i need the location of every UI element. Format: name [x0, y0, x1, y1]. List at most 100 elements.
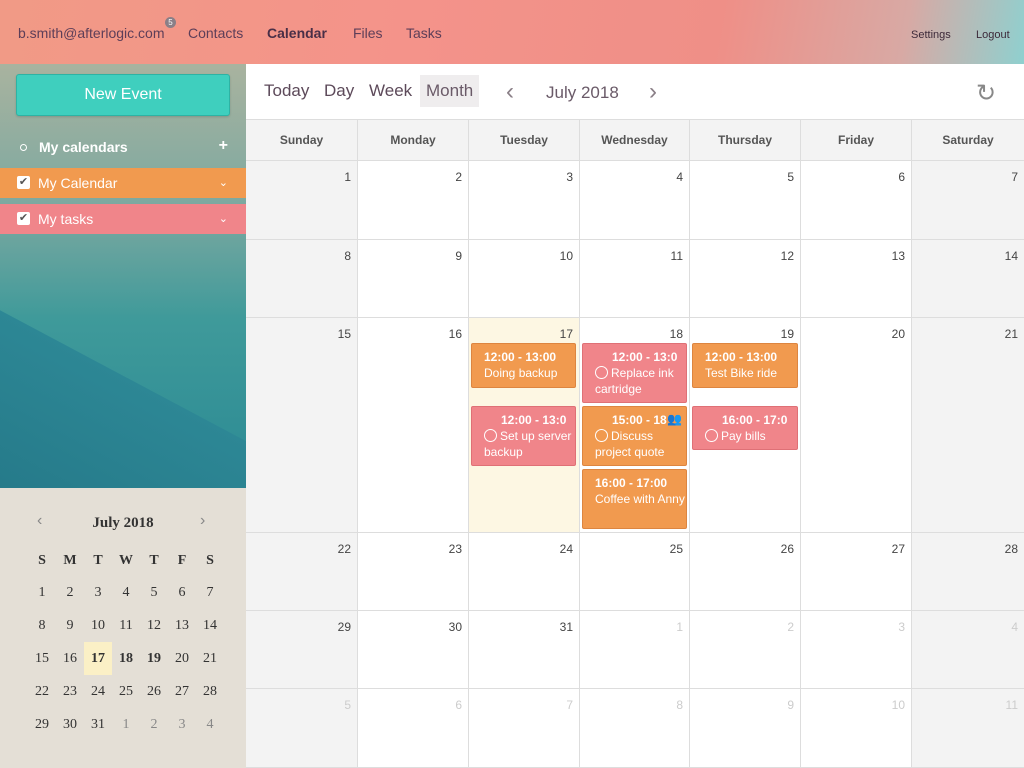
mini-day[interactable]: 23 — [56, 675, 84, 708]
mini-day[interactable]: 9 — [56, 609, 84, 642]
nav-contacts[interactable]: Contacts — [188, 25, 243, 41]
day-cell[interactable]: 7 — [911, 161, 1024, 240]
chevron-down-icon[interactable]: ⌄ — [219, 168, 228, 198]
mini-day[interactable]: 4 — [112, 576, 140, 609]
day-cell[interactable]: 10 — [800, 689, 911, 768]
nav-tasks[interactable]: Tasks — [406, 25, 442, 41]
mini-next-month-icon[interactable]: › — [200, 512, 205, 530]
mini-day[interactable]: 1 — [28, 576, 56, 609]
day-cell[interactable]: 4 — [911, 611, 1024, 689]
mini-day[interactable]: 14 — [196, 609, 224, 642]
day-cell[interactable]: 16 — [357, 318, 468, 533]
nav-files[interactable]: Files — [353, 25, 383, 41]
calendar-event[interactable]: 12:00 - 13:0 Set up server backup — [471, 406, 576, 466]
day-cell[interactable]: 11 — [579, 240, 689, 318]
mini-day[interactable]: 1 — [112, 708, 140, 741]
new-event-button[interactable]: New Event — [16, 74, 230, 116]
mini-day[interactable]: 12 — [140, 609, 168, 642]
day-cell[interactable]: 15 — [246, 318, 357, 533]
mini-day[interactable]: 21 — [196, 642, 224, 675]
day-cell[interactable]: 13 — [800, 240, 911, 318]
day-cell[interactable]: 5 — [689, 161, 800, 240]
day-cell[interactable]: 9 — [689, 689, 800, 768]
day-cell[interactable]: 12 — [689, 240, 800, 318]
task-checkbox-icon[interactable] — [595, 429, 608, 442]
settings-link[interactable]: Settings — [911, 29, 951, 41]
chevron-down-icon[interactable]: ⌄ — [219, 204, 228, 234]
day-cell[interactable]: 1 — [579, 611, 689, 689]
account-email[interactable]: b.smith@afterlogic.com — [18, 25, 164, 41]
mini-day[interactable]: 13 — [168, 609, 196, 642]
day-cell[interactable]: 30 — [357, 611, 468, 689]
checkbox-checked-icon[interactable]: ✔ — [17, 176, 30, 189]
nav-calendar[interactable]: Calendar — [267, 25, 327, 41]
mini-day[interactable]: 20 — [168, 642, 196, 675]
calendar-event[interactable]: 12:00 - 13:00 Doing backup — [471, 343, 576, 388]
view-week-button[interactable]: Week — [363, 75, 418, 107]
mini-day[interactable]: 3 — [168, 708, 196, 741]
day-cell[interactable]: 2 — [357, 161, 468, 240]
mini-day[interactable]: 2 — [56, 576, 84, 609]
mini-day[interactable]: 3 — [84, 576, 112, 609]
mini-day[interactable]: 15 — [28, 642, 56, 675]
day-cell[interactable]: 10 — [468, 240, 579, 318]
checkbox-checked-icon[interactable]: ✔ — [17, 212, 30, 225]
view-month-button[interactable]: Month — [420, 75, 480, 107]
day-cell[interactable]: 24 — [468, 533, 579, 611]
day-cell[interactable]: 26 — [689, 533, 800, 611]
mini-day[interactable]: 24 — [84, 675, 112, 708]
prev-month-icon[interactable]: ‹ — [506, 78, 514, 106]
mini-day[interactable]: 5 — [140, 576, 168, 609]
next-month-icon[interactable]: › — [649, 78, 657, 106]
calendar-item-my-tasks[interactable]: ✔ My tasks ⌄ — [0, 204, 246, 234]
day-cell[interactable]: 21 — [911, 318, 1024, 533]
task-checkbox-icon[interactable] — [705, 429, 718, 442]
day-cell[interactable]: 28 — [911, 533, 1024, 611]
mini-day[interactable]: 8 — [28, 609, 56, 642]
mini-day[interactable]: 2 — [140, 708, 168, 741]
view-day-button[interactable]: Day — [318, 75, 360, 107]
mini-day[interactable]: 7 — [196, 576, 224, 609]
day-cell[interactable]: 23 — [357, 533, 468, 611]
calendar-event[interactable]: 15:00 - 18 Discuss project quote 👥 — [582, 406, 687, 466]
mini-day[interactable]: 16 — [56, 642, 84, 675]
day-cell[interactable]: 5 — [246, 689, 357, 768]
mini-day[interactable]: 29 — [28, 708, 56, 741]
day-cell[interactable]: 9 — [357, 240, 468, 318]
day-cell[interactable]: 1 — [246, 161, 357, 240]
day-cell[interactable]: 20 — [800, 318, 911, 533]
mini-day[interactable]: 27 — [168, 675, 196, 708]
mini-day[interactable]: 17 — [84, 642, 112, 675]
day-cell[interactable]: 2 — [689, 611, 800, 689]
mini-day[interactable]: 28 — [196, 675, 224, 708]
mini-day[interactable]: 25 — [112, 675, 140, 708]
day-cell[interactable]: 22 — [246, 533, 357, 611]
day-cell[interactable]: 27 — [800, 533, 911, 611]
mini-day[interactable]: 4 — [196, 708, 224, 741]
day-cell[interactable]: 6 — [357, 689, 468, 768]
day-cell[interactable]: 8 — [579, 689, 689, 768]
calendar-event[interactable]: 16:00 - 17:00 Coffee with Anny — [582, 469, 687, 529]
day-cell[interactable]: 7 — [468, 689, 579, 768]
task-checkbox-icon[interactable] — [484, 429, 497, 442]
view-today-button[interactable]: Today — [258, 75, 315, 107]
day-cell[interactable]: 11 — [911, 689, 1024, 768]
calendar-item-my-calendar[interactable]: ✔ My Calendar ⌄ — [0, 168, 246, 198]
day-cell[interactable]: 3 — [800, 611, 911, 689]
calendar-event[interactable]: 16:00 - 17:0 Pay bills — [692, 406, 798, 450]
day-cell[interactable]: 25 — [579, 533, 689, 611]
day-cell[interactable]: 4 — [579, 161, 689, 240]
task-checkbox-icon[interactable] — [595, 366, 608, 379]
calendar-event[interactable]: 12:00 - 13:0 Replace ink cartridge — [582, 343, 687, 403]
day-cell[interactable]: 8 — [246, 240, 357, 318]
mini-day[interactable]: 18 — [112, 642, 140, 675]
add-calendar-icon[interactable]: + — [219, 137, 228, 155]
mini-day[interactable]: 22 — [28, 675, 56, 708]
calendar-event[interactable]: 12:00 - 13:00 Test Bike ride — [692, 343, 798, 388]
day-cell[interactable]: 14 — [911, 240, 1024, 318]
day-cell[interactable]: 6 — [800, 161, 911, 240]
day-cell[interactable]: 3 — [468, 161, 579, 240]
mini-day[interactable]: 19 — [140, 642, 168, 675]
day-cell[interactable]: 29 — [246, 611, 357, 689]
day-cell[interactable]: 31 — [468, 611, 579, 689]
